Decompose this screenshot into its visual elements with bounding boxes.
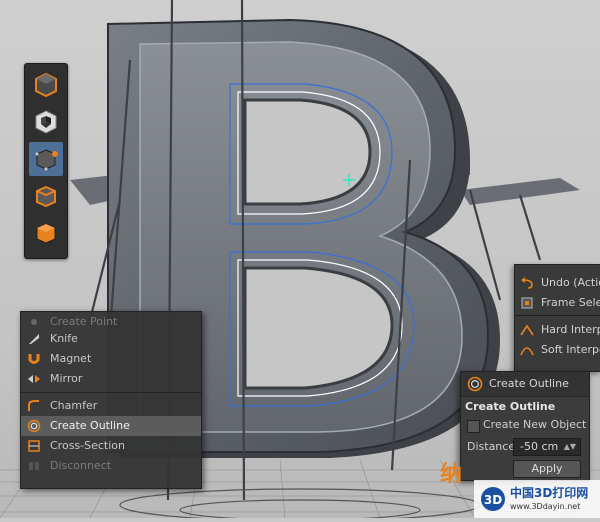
menu-separator <box>515 315 600 316</box>
polygon-object-button[interactable] <box>29 68 63 102</box>
cross-section-icon <box>28 440 40 452</box>
menu-item-soft-interpolation[interactable]: Soft Interpo <box>515 340 600 360</box>
menu-item-undo[interactable]: Undo (Actio <box>515 273 600 293</box>
tool-palette <box>24 63 68 259</box>
undo-icon <box>521 277 533 289</box>
texture-mode-button[interactable] <box>29 105 63 139</box>
panel-header: Create Outline <box>461 372 589 397</box>
menu-separator <box>21 392 201 393</box>
menu-item-chamfer[interactable]: Chamfer <box>21 396 201 416</box>
lower-counter <box>243 266 394 390</box>
hard-interpolation-icon <box>520 324 534 336</box>
menu-item-hard-interpolation[interactable]: Hard Interp <box>515 320 600 340</box>
menu-item-disconnect[interactable]: Disconnect <box>21 456 201 476</box>
menu-item-create-outline[interactable]: Create Outline <box>21 416 201 436</box>
chamfer-icon <box>28 400 39 411</box>
distance-field[interactable]: -50 cm ▲▼ <box>513 438 581 456</box>
menu-item-label: Mirror <box>50 372 83 385</box>
menu-item-label: Disconnect <box>50 459 112 472</box>
menu-item-knife[interactable]: Knife <box>21 329 201 349</box>
apply-button[interactable]: Apply <box>513 460 581 478</box>
menu-item-label: Magnet <box>50 352 92 365</box>
create-new-object-label: Create New Object <box>483 418 587 431</box>
points-mode-button[interactable] <box>29 142 63 176</box>
frame-selected-icon <box>521 297 533 309</box>
magnet-icon <box>28 354 40 364</box>
section-title: Create Outline <box>465 400 556 413</box>
watermark-title: 中国3D打印网 <box>510 486 589 500</box>
polygons-cube-icon <box>36 223 56 244</box>
create-outline-icon <box>27 419 41 433</box>
create-new-object-checkbox[interactable] <box>467 420 480 433</box>
create-outline-icon <box>467 376 483 392</box>
cube-icon <box>35 72 57 98</box>
upper-counter <box>243 98 372 206</box>
menu-item-label: Knife <box>50 332 78 345</box>
soft-interpolation-icon <box>520 347 534 356</box>
create-point-icon <box>31 319 37 325</box>
3d-logo-icon: 3D <box>481 487 505 511</box>
menu-item-label: Chamfer <box>50 399 98 412</box>
distance-label: Distance <box>467 440 516 453</box>
site-logo-mark: 纳 <box>440 462 463 487</box>
menu-item-magnet[interactable]: Magnet <box>21 349 201 369</box>
edges-mode-button[interactable] <box>29 179 63 213</box>
menu-item-label: Hard Interp <box>541 323 600 336</box>
panel-title: Create Outline <box>489 377 569 390</box>
distance-value: -50 cm <box>520 440 559 453</box>
spinner-arrows-icon[interactable]: ▲▼ <box>564 439 576 455</box>
menu-item-cross-section[interactable]: Cross-Section <box>21 436 201 456</box>
menu-item-mirror[interactable]: Mirror <box>21 369 201 389</box>
points-cube-icon <box>35 149 58 171</box>
mirror-icon <box>28 375 40 383</box>
polygons-mode-button[interactable] <box>29 216 63 250</box>
structure-context-menu: Create Point Knife Magnet Mirror Chamfer… <box>20 311 202 489</box>
watermark-url: www.3Ddayin.net <box>510 502 581 511</box>
menu-item-frame-selected[interactable]: Frame Selec <box>515 293 600 313</box>
spline-context-menu: Undo (Actio Frame Selec Hard Interp Soft… <box>514 264 600 372</box>
watermark: 3D 中国3D打印网 www.3Ddayin.net <box>474 480 600 518</box>
create-outline-panel: Create Outline Create Outline Create New… <box>460 371 590 481</box>
svg-text:3D: 3D <box>484 493 502 507</box>
menu-item-label: Frame Selec <box>541 296 600 309</box>
edges-cube-icon <box>36 185 56 208</box>
checker-cube-icon <box>35 110 57 134</box>
menu-item-label: Soft Interpo <box>541 343 600 356</box>
menu-item-label: Cross-Section <box>50 439 125 452</box>
disconnect-icon <box>29 462 39 470</box>
menu-item-label: Create Outline <box>50 419 130 432</box>
menu-item-label: Undo (Actio <box>541 276 600 289</box>
knife-icon <box>29 334 39 344</box>
